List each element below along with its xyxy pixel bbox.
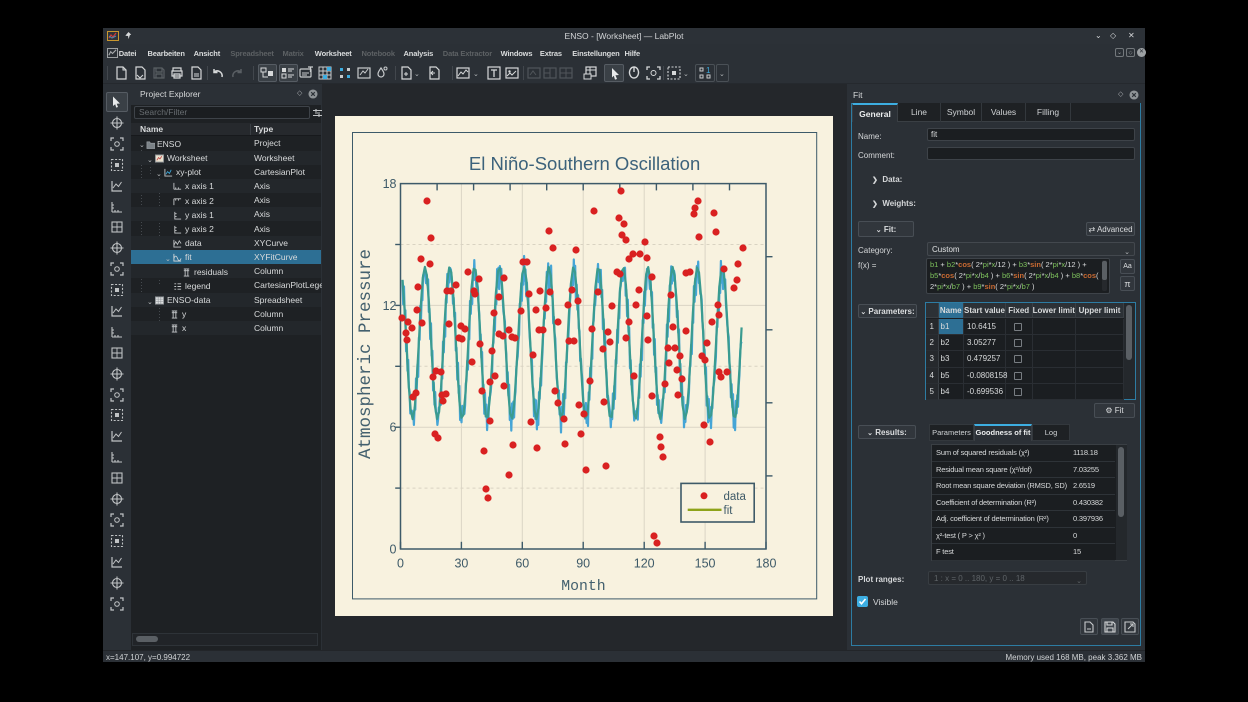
svg-text:El Niño-Southern Oscillation: El Niño-Southern Oscillation [469,153,700,174]
svg-text:150: 150 [695,557,716,571]
svg-text:60: 60 [515,557,529,571]
svg-text:data: data [724,491,747,503]
svg-text:0: 0 [397,557,404,571]
svg-text:fit: fit [724,505,734,517]
svg-text:Month: Month [561,579,605,595]
svg-text:Atmospheric Pressure: Atmospheric Pressure [356,249,376,459]
svg-text:180: 180 [756,557,777,571]
svg-text:12: 12 [383,299,397,313]
svg-text:120: 120 [634,557,655,571]
svg-text:30: 30 [454,557,468,571]
svg-text:18: 18 [383,177,397,191]
svg-text:90: 90 [576,557,590,571]
svg-text:0: 0 [390,543,397,557]
svg-text:6: 6 [390,421,397,435]
svg-text:1: 1 [706,67,711,75]
